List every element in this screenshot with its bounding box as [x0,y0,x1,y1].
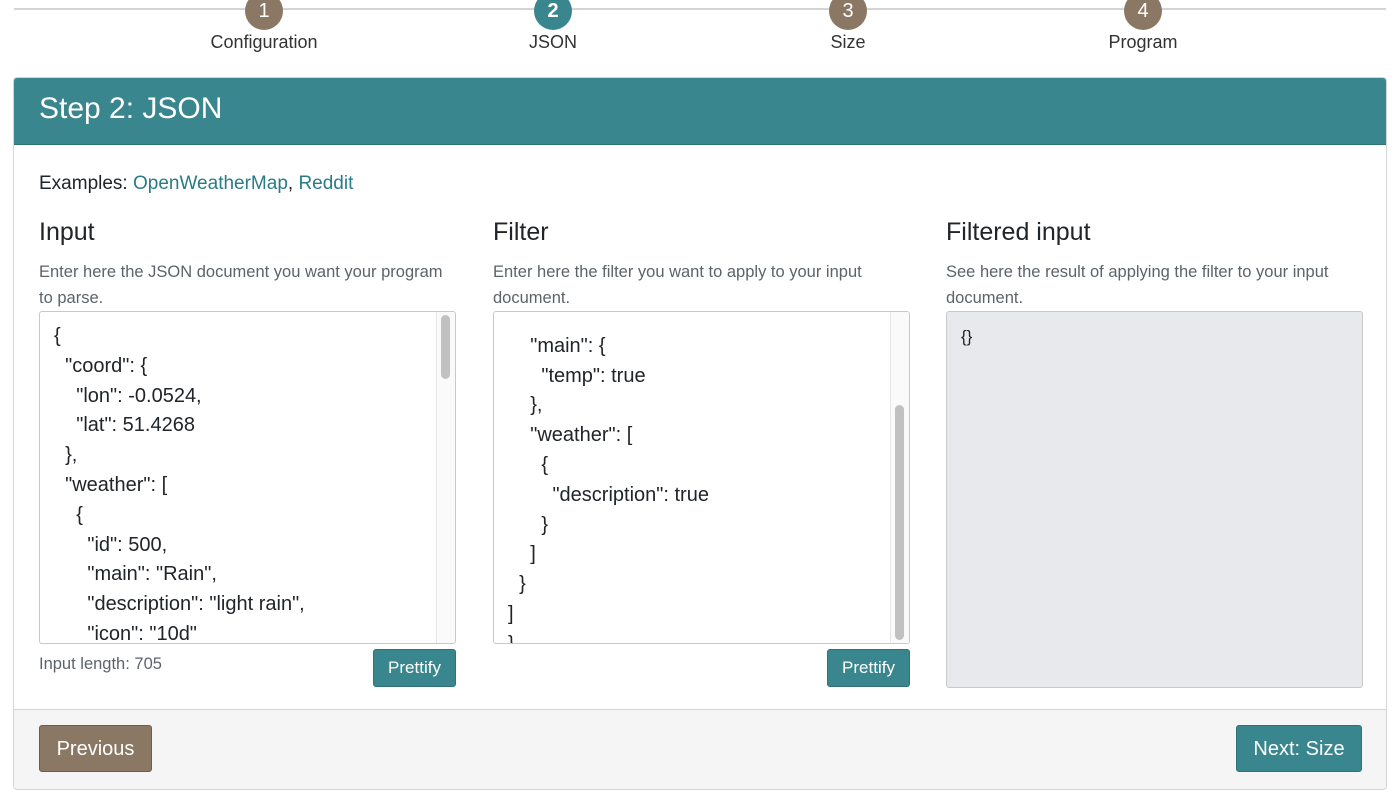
card-footer: Previous Next: Size [14,709,1386,789]
input-length: Input length: 705 [39,655,162,673]
filter-scroll-thumb[interactable] [895,405,904,640]
step-label: Size [830,32,866,52]
input-heading: Input [39,218,95,246]
filter-prettify-button[interactable]: Prettify [827,649,910,687]
input-scroll-thumb[interactable] [441,315,450,379]
next-size-button[interactable]: Next: Size [1236,725,1362,772]
input-description: Enter here the JSON document you want yo… [39,263,443,307]
filter-heading: Filter [493,218,549,246]
input-scrollbar[interactable] [436,312,455,643]
step-label: Configuration [210,32,318,52]
examples-label: Examples: [39,173,128,194]
filtered-heading: Filtered input [946,218,1091,246]
examples-line: Examples: OpenWeatherMap, Reddit [39,173,353,195]
input-editor[interactable]: { "coord": { "lon": -0.0524, "lat": 51.4… [39,311,456,644]
filtered-output-text: {} [961,327,973,346]
filter-description: Enter here the filter you want to apply … [493,263,862,307]
step-number: 2 [534,0,572,30]
input-prettify-button[interactable]: Prettify [373,649,456,687]
stepper-line [14,8,1386,10]
step-card: Step 2: JSON Examples: OpenWeatherMap, R… [13,77,1387,790]
input-textarea[interactable]: { "coord": { "lon": -0.0524, "lat": 51.4… [40,312,455,643]
filter-column: Filter Enter here the filter you want to… [493,218,910,687]
step-number: 4 [1124,0,1162,30]
page-title: Step 2: JSON [39,92,223,125]
filter-scrollbar[interactable] [890,312,909,643]
step-number: 1 [245,0,283,30]
filter-textarea[interactable]: "main": { "temp": true }, "weather": [ {… [494,312,909,643]
example-link-openweathermap[interactable]: OpenWeatherMap [133,173,288,194]
example-link-reddit[interactable]: Reddit [298,173,353,194]
filtered-output: {} [946,311,1363,688]
previous-button[interactable]: Previous [39,725,152,772]
filtered-column: Filtered input See here the result of ap… [946,218,1379,749]
card-header: Step 2: JSON [14,78,1386,145]
filtered-description: See here the result of applying the filt… [946,263,1329,307]
examples-separator: , [287,173,294,194]
step-label: JSON [528,32,577,52]
step-number: 3 [829,0,867,30]
filter-editor[interactable]: "main": { "temp": true }, "weather": [ {… [493,311,910,644]
input-column: Input Enter here the JSON document you w… [39,218,456,687]
step-label: Program [1108,32,1178,52]
stepper: 1 Configuration 2 JSON 3 Size 4 Program [0,0,1400,70]
